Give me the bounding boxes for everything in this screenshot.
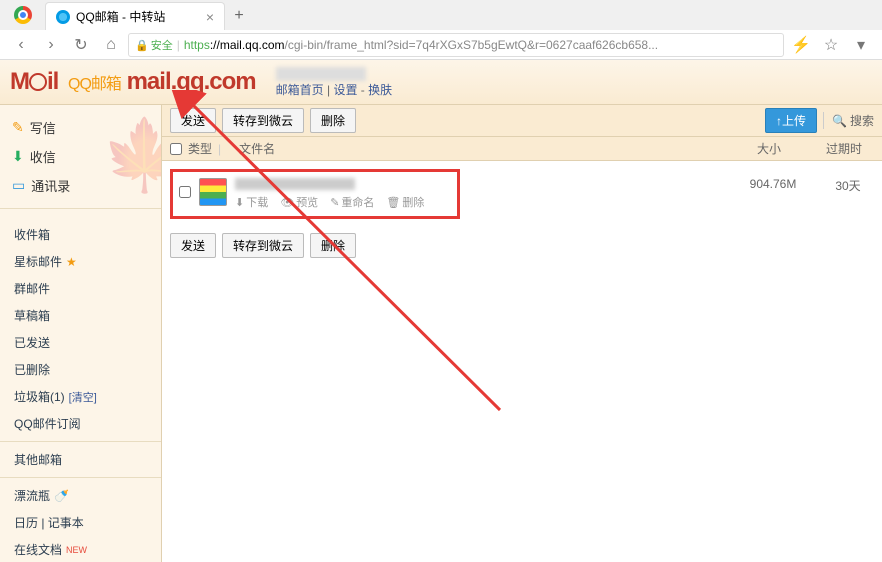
- new-tab-button[interactable]: +: [225, 2, 253, 30]
- header-nav: 邮箱首页 | 设置 - 换肤: [276, 66, 393, 98]
- folder-item[interactable]: 已发送: [0, 329, 161, 356]
- url-bar[interactable]: 🔒 安全 | https://mail.qq.com/cgi-bin/frame…: [128, 33, 784, 57]
- flash-icon[interactable]: ⚡: [788, 32, 814, 58]
- pencil-icon: ✎: [12, 119, 24, 136]
- file-size: 904.76M: [728, 177, 818, 191]
- col-name: 文件名: [239, 140, 275, 157]
- compose-button[interactable]: ✎写信: [8, 113, 153, 142]
- reload-button[interactable]: ↻: [68, 32, 94, 58]
- user-blur: [276, 67, 366, 81]
- forward-button[interactable]: ›: [38, 32, 64, 58]
- list-header: 类型 | 文件名 大小 过期时: [162, 137, 882, 161]
- mail-header: Mil QQ邮箱 mail.qq.com 邮箱首页 | 设置 - 换肤: [0, 60, 882, 105]
- receive-button[interactable]: ⬇收信: [8, 142, 153, 171]
- star-icon[interactable]: ☆: [818, 32, 844, 58]
- folder-item[interactable]: 垃圾箱(1)[清空]: [0, 383, 161, 410]
- send-button[interactable]: 发送: [170, 108, 216, 133]
- nav-bar: ‹ › ↻ ⌂ 🔒 安全 | https://mail.qq.com/cgi-b…: [0, 30, 882, 60]
- preview-action[interactable]: 👁 预览: [280, 194, 318, 210]
- folder-item[interactable]: 收件箱: [0, 221, 161, 248]
- folder-item[interactable]: 漂流瓶 🍼: [0, 482, 161, 509]
- favicon-icon: [56, 10, 70, 24]
- rename-action[interactable]: ✎ 重命名: [330, 194, 374, 210]
- upload-button[interactable]: ↑上传: [765, 108, 817, 133]
- file-expire: 30天: [818, 177, 878, 194]
- col-expire: 过期时: [814, 140, 874, 157]
- close-tab-icon[interactable]: ×: [206, 9, 214, 25]
- nav-skin[interactable]: 换肤: [368, 83, 392, 97]
- file-row-highlight: ⬇ 下载 👁 预览 ✎ 重命名 🗑 删除: [170, 169, 460, 219]
- search-button[interactable]: 🔍 搜索: [823, 112, 874, 129]
- file-row[interactable]: ⬇ 下载 👁 预览 ✎ 重命名 🗑 删除: [175, 176, 455, 212]
- clear-link[interactable]: [清空]: [69, 389, 97, 405]
- sidebar: ✎写信 ⬇收信 ▭通讯录 收件箱星标邮件 ★群邮件草稿箱已发送已删除垃圾箱(1)…: [0, 105, 162, 562]
- move-cloud-button[interactable]: 转存到微云: [222, 108, 304, 133]
- nav-home[interactable]: 邮箱首页: [276, 83, 324, 97]
- back-button[interactable]: ‹: [8, 32, 34, 58]
- folder-item[interactable]: 星标邮件 ★: [0, 248, 161, 275]
- folder-item[interactable]: 草稿箱: [0, 302, 161, 329]
- tab-bar: QQ邮箱 - 中转站 × +: [0, 0, 882, 30]
- mail-envelope-icon: [29, 73, 47, 91]
- browser-tab[interactable]: QQ邮箱 - 中转站 ×: [45, 2, 225, 30]
- inbox-icon: ⬇: [12, 148, 24, 165]
- delete-button-2[interactable]: 删除: [310, 233, 356, 258]
- new-badge: NEW: [66, 545, 87, 555]
- lock-icon: 🔒 安全: [135, 37, 173, 53]
- toolbar-bottom: 发送 转存到微云 删除: [162, 227, 882, 264]
- nav-settings[interactable]: 设置: [333, 83, 357, 97]
- url-text: https://mail.qq.com/cgi-bin/frame_html?s…: [184, 38, 658, 52]
- tab-title: QQ邮箱 - 中转站: [76, 8, 165, 25]
- send-button-2[interactable]: 发送: [170, 233, 216, 258]
- col-type: 类型: [188, 140, 212, 157]
- chrome-menu-icon[interactable]: [0, 0, 45, 30]
- download-action[interactable]: ⬇ 下载: [235, 194, 268, 210]
- file-checkbox[interactable]: [179, 186, 191, 198]
- select-all-checkbox[interactable]: [170, 143, 182, 155]
- folder-item[interactable]: QQ邮件订阅: [0, 410, 161, 437]
- delete-action[interactable]: 🗑 删除: [386, 194, 424, 210]
- browser-chrome: QQ邮箱 - 中转站 × + ‹ › ↻ ⌂ 🔒 安全 | https://ma…: [0, 0, 882, 60]
- book-icon: ▭: [12, 177, 25, 194]
- folder-item[interactable]: 群邮件: [0, 275, 161, 302]
- mail-logo: Mil QQ邮箱 mail.qq.com: [10, 68, 256, 96]
- folder-list: 收件箱星标邮件 ★群邮件草稿箱已发送已删除垃圾箱(1)[清空]QQ邮件订阅 其他…: [0, 209, 161, 562]
- home-button[interactable]: ⌂: [98, 32, 124, 58]
- folder-item[interactable]: 日历 | 记事本: [0, 509, 161, 536]
- contacts-button[interactable]: ▭通讯录: [8, 171, 153, 200]
- delete-button[interactable]: 删除: [310, 108, 356, 133]
- col-size: 大小: [724, 140, 814, 157]
- move-cloud-button-2[interactable]: 转存到微云: [222, 233, 304, 258]
- folder-item[interactable]: 已删除: [0, 356, 161, 383]
- file-name-blur: [235, 178, 355, 190]
- content-area: 发送 转存到微云 删除 ↑上传 🔍 搜索 类型 | 文件名 大小 过期时: [162, 105, 882, 562]
- star-icon: ★: [66, 255, 77, 269]
- toolbar-top: 发送 转存到微云 删除 ↑上传 🔍 搜索: [162, 105, 882, 137]
- menu-icon[interactable]: ▾: [848, 32, 874, 58]
- bottle-icon: 🍼: [54, 489, 69, 503]
- folder-item[interactable]: 在线文档 NEW: [0, 536, 161, 562]
- folder-item[interactable]: 其他邮箱: [0, 446, 161, 473]
- archive-icon: [199, 178, 227, 206]
